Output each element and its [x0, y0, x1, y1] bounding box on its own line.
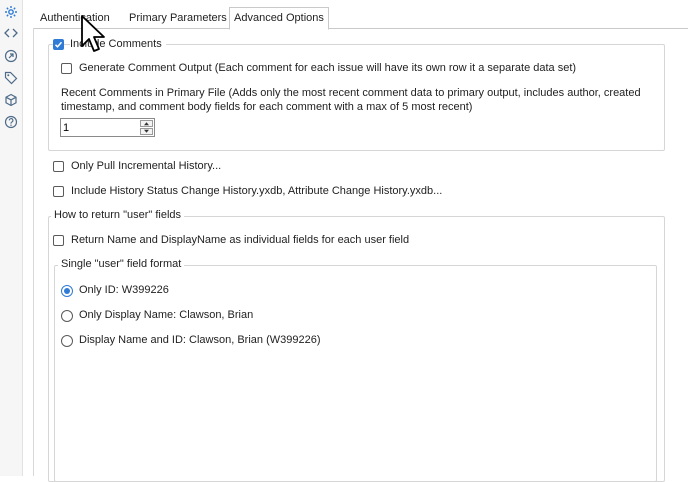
check-icon [54, 41, 63, 48]
cube-icon[interactable] [4, 93, 18, 107]
recent-comments-description: Recent Comments in Primary File (Adds on… [61, 87, 641, 113]
tab-advanced-options[interactable]: Advanced Options [229, 7, 329, 30]
triangle-down-icon [144, 129, 149, 133]
stepper-down-button[interactable] [140, 128, 153, 135]
code-icon[interactable] [4, 26, 18, 40]
include-history-label: Include History Status Change History.yx… [71, 185, 443, 197]
tag-icon[interactable] [4, 71, 18, 85]
include-comments-checkbox[interactable] [53, 39, 64, 50]
icon-rail [0, 0, 23, 476]
user-format-group [54, 265, 657, 482]
include-history-checkbox[interactable] [53, 186, 64, 197]
format-name-and-id-radio[interactable] [61, 335, 73, 347]
incremental-history-label: Only Pull Incremental History... [71, 160, 222, 172]
incremental-history-checkbox[interactable] [53, 161, 64, 172]
tab-strip-border [34, 28, 688, 29]
user-fields-group-title: How to return "user" fields [51, 209, 185, 221]
stepper-up-button[interactable] [140, 120, 153, 127]
recent-comments-stepper[interactable] [60, 118, 155, 137]
individual-fields-checkbox[interactable] [53, 235, 64, 246]
help-icon[interactable] [4, 115, 18, 129]
format-display-name-radio[interactable] [61, 310, 73, 322]
format-name-and-id-label: Display Name and ID: Clawson, Brian (W39… [79, 334, 321, 346]
generate-comment-output-label: Generate Comment Output (Each comment fo… [79, 62, 577, 74]
user-format-group-title: Single "user" field format [58, 258, 185, 270]
format-only-id-label: Only ID: W399226 [79, 284, 169, 296]
generate-comment-output-checkbox[interactable] [61, 63, 72, 74]
tab-primary-parameters[interactable]: Primary Parameters [125, 9, 231, 28]
individual-fields-label: Return Name and DisplayName as individua… [71, 234, 410, 246]
format-only-id-radio[interactable] [61, 285, 73, 297]
format-display-name-label: Only Display Name: Clawson, Brian [79, 309, 254, 321]
radio-dot [64, 288, 70, 294]
mouse-cursor-icon [81, 15, 105, 52]
gear-icon[interactable] [4, 5, 18, 19]
content-border [33, 28, 34, 476]
triangle-up-icon [144, 122, 149, 126]
arrow-circle-icon[interactable] [4, 49, 18, 63]
recent-comments-input[interactable] [63, 120, 135, 135]
